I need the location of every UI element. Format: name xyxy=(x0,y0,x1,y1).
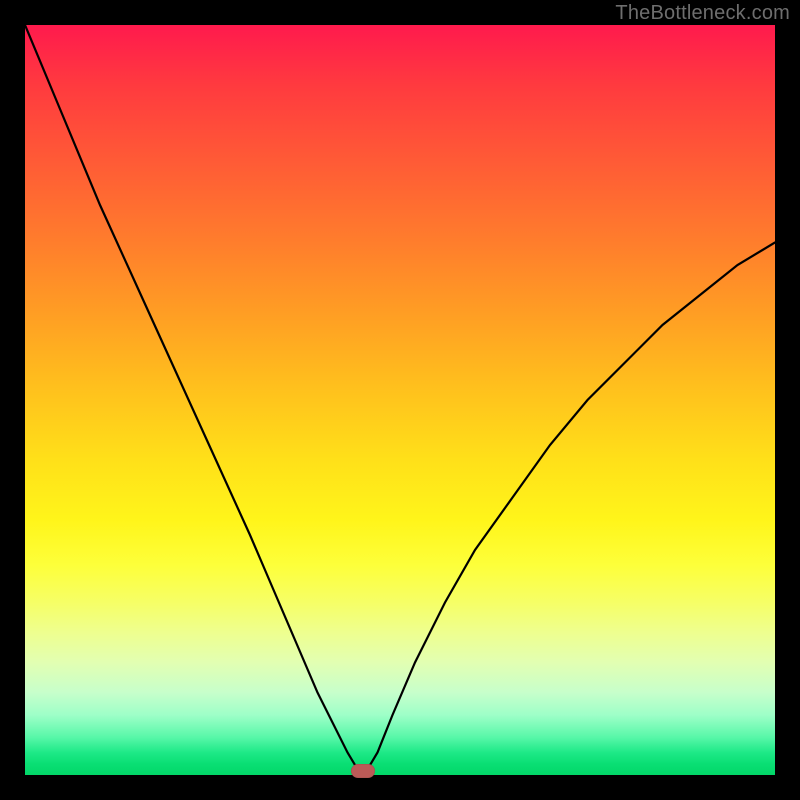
watermark-text: TheBottleneck.com xyxy=(615,2,790,25)
minimum-marker xyxy=(351,764,375,778)
curve-svg xyxy=(25,25,775,775)
chart-frame: TheBottleneck.com xyxy=(0,0,800,800)
bottleneck-curve xyxy=(25,25,775,771)
plot-area xyxy=(25,25,775,775)
